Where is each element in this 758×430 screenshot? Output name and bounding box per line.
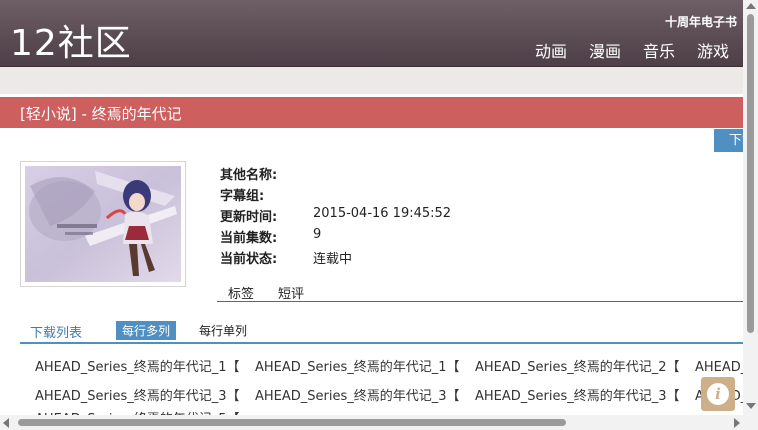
meta-label: 其他名称: [220,168,278,183]
site-logo[interactable]: 12社区 [10,14,132,66]
scroll-down-arrow-icon[interactable] [746,403,756,409]
download-list-header: 下载列表 每行多列 每行单列 [20,320,743,344]
meta-row-subtitle-group: 字幕组: [220,185,451,206]
info-icon: i [707,383,729,405]
info-button[interactable]: i [701,377,735,411]
file-link[interactable]: AHEAD_Series_终焉的年代记_2【 [695,356,743,375]
info-tabs: 标签 短评 [217,282,743,302]
cover-illustration [25,166,181,282]
file-link[interactable]: AHEAD_Series_终焉的年代记_3【 [255,385,471,404]
vertical-scrollbar-thumb[interactable] [747,14,754,333]
meta-row-episode-count: 当前集数: 9 [220,227,451,248]
scroll-right-arrow-icon[interactable] [734,418,740,428]
series-metadata: 其他名称: 字幕组: 更新时间: 2015-04-16 19:45:52 当前集… [220,164,451,269]
multi-column-toggle[interactable]: 每行多列 [116,321,177,340]
meta-label: 字幕组: [220,189,265,204]
file-link[interactable]: AHEAD_Series_终焉的年代记_1【 [35,356,251,375]
page-title: [轻小说] - 终焉的年代记 [20,105,182,123]
tenth-anniversary-ebook-link[interactable]: 十周年电子书 [665,13,737,30]
nav-item-music[interactable]: 音乐 [643,38,675,62]
title-bar: [轻小说] - 终焉的年代记 [0,97,743,128]
horizontal-scrollbar-thumb[interactable] [18,419,566,426]
cover-image [20,161,186,287]
single-column-toggle[interactable]: 每行单列 [199,322,247,339]
file-link[interactable]: AHEAD_Series_终焉的年代记_3【 [35,385,251,404]
meta-label: 当前状态: [220,252,278,267]
meta-row-status: 当前状态: 连载中 [220,248,451,269]
tab-short-reviews[interactable]: 短评 [278,283,304,302]
nav-item-manga[interactable]: 漫画 [589,38,621,62]
main-nav: 动画 漫画 音乐 游戏 [535,38,729,62]
meta-value: 9 [313,227,322,242]
tab-tags[interactable]: 标签 [228,283,254,302]
meta-value: 2015-04-16 19:45:52 [313,206,452,221]
download-list-label: 下载列表 [30,326,83,341]
file-link[interactable]: AHEAD_Series_终焉的年代记_3【 [475,385,691,404]
scroll-up-arrow-icon[interactable] [746,3,756,9]
sub-navigation-bar [0,67,743,94]
download-file-list: AHEAD_Series_终焉的年代记_1【 AHEAD_Series_终焉的年… [35,356,743,416]
download-button[interactable]: 下载 [714,129,743,152]
meta-row-other-names: 其他名称: [220,164,451,185]
meta-label: 当前集数: [220,231,278,246]
meta-label: 更新时间: [220,210,278,225]
meta-row-updated-time: 更新时间: 2015-04-16 19:45:52 [220,206,451,227]
meta-value: 连载中 [313,252,353,267]
scroll-left-arrow-icon[interactable] [3,418,9,428]
file-link[interactable]: AHEAD_Series_终焉的年代记_1【 [255,356,471,375]
nav-item-anime[interactable]: 动画 [535,38,567,62]
nav-item-games[interactable]: 游戏 [697,38,729,62]
site-header: 12社区 十周年电子书 动画 漫画 音乐 游戏 [0,0,743,67]
file-link[interactable]: AHEAD_Series_终焉的年代记_2【 [475,356,691,375]
